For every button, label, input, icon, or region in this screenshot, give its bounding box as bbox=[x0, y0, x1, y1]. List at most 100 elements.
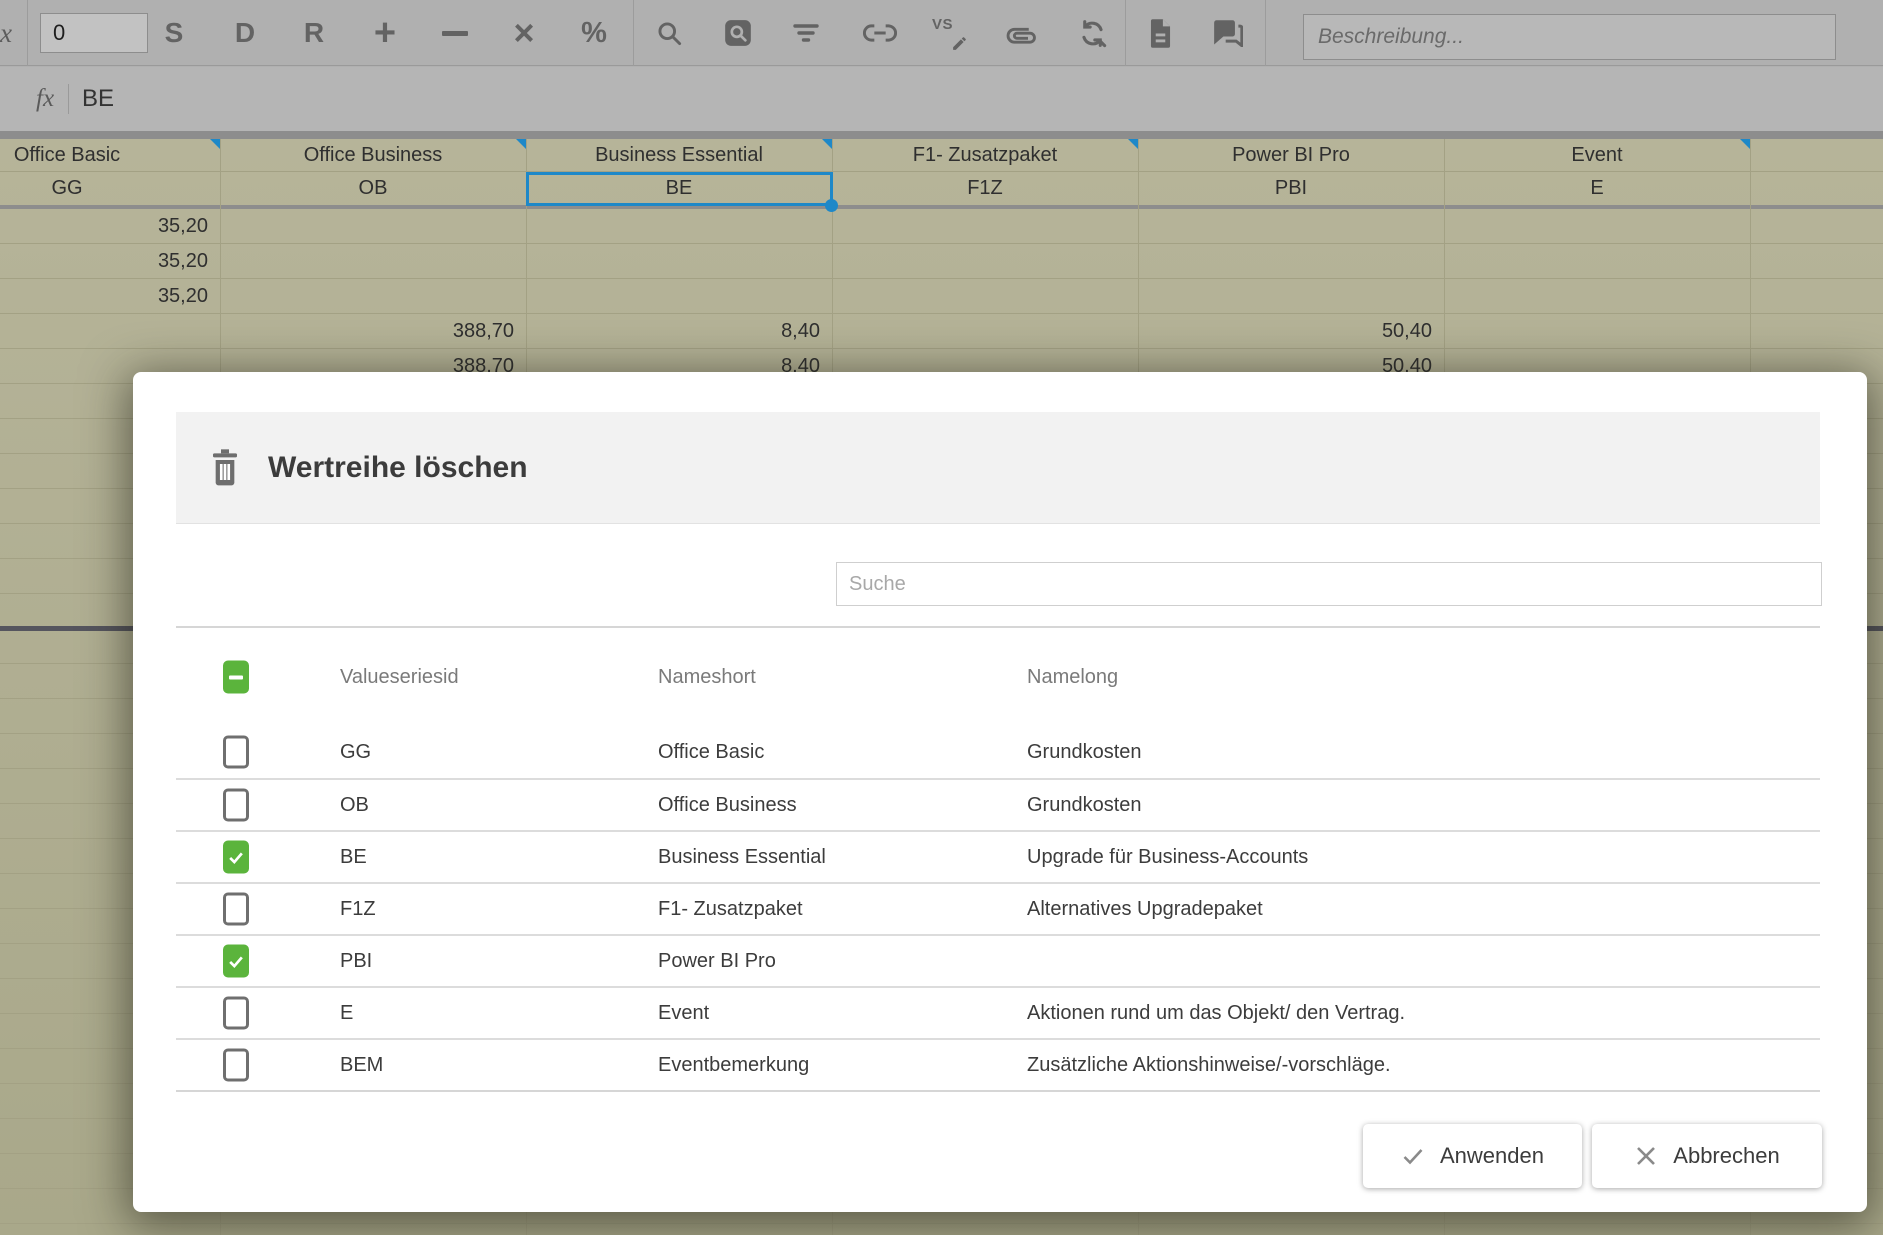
column-header-name[interactable]: F1- Zusatzpaket bbox=[832, 139, 1138, 172]
dialog-header: Wertreihe löschen bbox=[176, 412, 1820, 524]
comment-marker-icon bbox=[1128, 139, 1138, 149]
fx-partial-label: x bbox=[0, 0, 12, 66]
column-header-name[interactable]: Business Essential bbox=[526, 139, 832, 172]
fx-icon: fx bbox=[36, 67, 54, 131]
search-in-box-icon[interactable] bbox=[716, 0, 760, 66]
column-header-code[interactable] bbox=[1750, 172, 1883, 205]
toolbar-divider bbox=[1125, 0, 1126, 66]
column-header-name[interactable] bbox=[1750, 139, 1883, 172]
row-checkbox[interactable] bbox=[223, 841, 249, 874]
row-namelong: Grundkosten bbox=[1027, 780, 1142, 830]
row-namelong: Grundkosten bbox=[1027, 726, 1142, 778]
value-input[interactable] bbox=[40, 13, 148, 53]
row-valueseriesid: BEM bbox=[340, 1040, 383, 1090]
row-nameshort: F1- Zusatzpaket bbox=[658, 884, 803, 934]
toolbar-divider bbox=[27, 0, 28, 66]
percent-icon[interactable]: % bbox=[572, 0, 616, 66]
table-row[interactable]: F1ZF1- ZusatzpaketAlternatives Upgradepa… bbox=[176, 882, 1820, 934]
column-header-code[interactable]: OB bbox=[220, 172, 526, 205]
apply-button-label: Anwenden bbox=[1440, 1143, 1544, 1169]
link-icon[interactable] bbox=[858, 0, 902, 66]
column-header-namelong: Namelong bbox=[1027, 628, 1118, 726]
cell-value[interactable]: 8,40 bbox=[526, 314, 832, 349]
row-nameshort: Event bbox=[658, 988, 709, 1038]
column-header-code[interactable]: F1Z bbox=[832, 172, 1138, 205]
close-icon bbox=[1634, 1144, 1658, 1168]
column-header-code[interactable]: GG bbox=[0, 172, 220, 205]
table-header-row: Valueseriesid Nameshort Namelong bbox=[176, 628, 1820, 726]
selected-cell-outline bbox=[526, 172, 833, 206]
cell-value[interactable]: 35,20 bbox=[0, 209, 220, 244]
value-series-table: Valueseriesid Nameshort Namelong GGOffic… bbox=[176, 626, 1820, 1092]
row-checkbox[interactable] bbox=[223, 736, 249, 769]
table-row[interactable]: GGOffice BasicGrundkosten bbox=[176, 726, 1820, 778]
formula-value[interactable]: BE bbox=[82, 67, 114, 131]
check-icon bbox=[1401, 1144, 1425, 1168]
cell-value[interactable]: 35,20 bbox=[0, 244, 220, 279]
cell-value[interactable]: 35,20 bbox=[0, 279, 220, 314]
column-header-code[interactable]: PBI bbox=[1138, 172, 1444, 205]
d-button[interactable]: D bbox=[223, 0, 267, 66]
table-row[interactable]: BEMEventbemerkungZusätzliche Aktionshinw… bbox=[176, 1038, 1820, 1090]
filter-icon[interactable] bbox=[784, 0, 828, 66]
row-checkbox[interactable] bbox=[223, 997, 249, 1030]
trash-icon bbox=[209, 449, 241, 487]
cancel-button[interactable]: Abbrechen bbox=[1592, 1124, 1822, 1188]
row-nameshort: Power BI Pro bbox=[658, 936, 776, 986]
row-namelong: Upgrade für Business-Accounts bbox=[1027, 832, 1308, 882]
column-header-name[interactable]: Power BI Pro bbox=[1138, 139, 1444, 172]
search-icon[interactable] bbox=[647, 0, 691, 66]
row-checkbox[interactable] bbox=[223, 893, 249, 926]
row-valueseriesid: BE bbox=[340, 832, 367, 882]
row-checkbox[interactable] bbox=[223, 945, 249, 978]
row-checkbox[interactable] bbox=[223, 1049, 249, 1082]
cancel-button-label: Abbrechen bbox=[1673, 1143, 1779, 1169]
column-header-valueseriesid: Valueseriesid bbox=[340, 628, 459, 726]
dialog-search-input[interactable] bbox=[836, 562, 1822, 606]
comment-marker-icon bbox=[1740, 139, 1750, 149]
table-row[interactable]: PBI Power BI Pro bbox=[176, 934, 1820, 986]
apply-button[interactable]: Anwenden bbox=[1363, 1124, 1582, 1188]
sheet-top-border bbox=[0, 131, 1883, 139]
column-header-name[interactable]: Office Basic bbox=[0, 139, 220, 172]
column-header-code[interactable]: E bbox=[1444, 172, 1750, 205]
row-nameshort: Eventbemerkung bbox=[658, 1040, 809, 1090]
header-separator bbox=[0, 205, 1883, 209]
column-header-nameshort: Nameshort bbox=[658, 628, 756, 726]
sum-button[interactable]: S bbox=[152, 0, 196, 66]
formula-bar: fx BE bbox=[0, 67, 1883, 131]
description-input[interactable] bbox=[1303, 14, 1836, 60]
attachment-icon[interactable] bbox=[1000, 0, 1044, 66]
cell-value[interactable]: 388,70 bbox=[220, 314, 526, 349]
column-header-name[interactable]: Office Business bbox=[220, 139, 526, 172]
toolbar: x S D R + × % VS bbox=[0, 0, 1883, 66]
cell-value[interactable]: 50,40 bbox=[1138, 314, 1444, 349]
comment-icon[interactable] bbox=[1206, 0, 1250, 66]
remove-icon[interactable] bbox=[433, 0, 477, 66]
r-button[interactable]: R bbox=[292, 0, 336, 66]
delete-series-dialog: Wertreihe löschen Valueseriesid Nameshor… bbox=[133, 372, 1867, 1212]
column-header-name[interactable]: Event bbox=[1444, 139, 1750, 172]
row-valueseriesid: PBI bbox=[340, 936, 372, 986]
search-refresh-icon[interactable] bbox=[1070, 0, 1114, 66]
row-valueseriesid: F1Z bbox=[340, 884, 376, 934]
row-checkbox[interactable] bbox=[223, 789, 249, 822]
toolbar-divider bbox=[633, 0, 634, 66]
row-namelong: Aktionen rund um das Objekt/ den Vertrag… bbox=[1027, 988, 1405, 1038]
comment-marker-icon bbox=[822, 139, 832, 149]
row-valueseriesid: E bbox=[340, 988, 353, 1038]
multiply-icon[interactable]: × bbox=[502, 0, 546, 66]
table-bottom-border bbox=[176, 1090, 1820, 1092]
table-row[interactable]: E Event Aktionen rund um das Objekt/ den V… bbox=[176, 986, 1820, 1038]
comment-marker-icon bbox=[210, 139, 220, 149]
dialog-title: Wertreihe löschen bbox=[268, 451, 528, 485]
formula-divider bbox=[68, 84, 69, 114]
select-all-checkbox[interactable] bbox=[223, 661, 249, 694]
row-nameshort: Office Basic bbox=[658, 726, 764, 778]
table-row[interactable]: OBOffice BusinessGrundkosten bbox=[176, 778, 1820, 830]
add-icon[interactable]: + bbox=[363, 0, 407, 66]
vs-edit-icon[interactable]: VS bbox=[928, 0, 972, 66]
document-icon[interactable] bbox=[1138, 0, 1182, 66]
table-row[interactable]: BEBusiness EssentialUpgrade für Business… bbox=[176, 830, 1820, 882]
app-screen: x S D R + × % VS bbox=[0, 0, 1883, 1235]
